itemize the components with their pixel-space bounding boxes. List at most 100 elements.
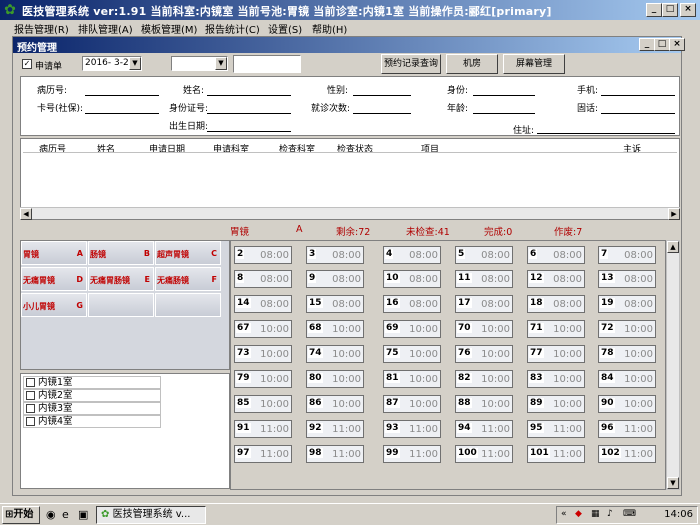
menu-settings[interactable]: 设置(S) xyxy=(268,21,302,36)
landline-field[interactable] xyxy=(601,113,675,114)
appointment-slot[interactable]: 76 10:00 xyxy=(455,345,513,363)
scroll-down-icon[interactable]: ▼ xyxy=(667,477,679,489)
scroll-right-icon[interactable]: ▶ xyxy=(668,208,680,220)
column-header[interactable]: 检查科室 xyxy=(279,142,315,155)
appointment-slot[interactable]: 70 10:00 xyxy=(455,320,513,338)
appointment-slot[interactable]: 19 08:00 xyxy=(598,295,656,313)
column-header[interactable]: 检查状态 xyxy=(337,142,373,155)
appointment-slot[interactable]: 72 10:00 xyxy=(598,320,656,338)
appointment-slot[interactable]: 82 10:00 xyxy=(455,370,513,388)
room-item[interactable]: 内镜1室 xyxy=(23,376,161,389)
appointment-slot[interactable]: 99 11:00 xyxy=(383,445,441,463)
card-no-field[interactable] xyxy=(85,113,159,114)
room-item[interactable]: 内镜2室 xyxy=(23,389,161,402)
menu-help[interactable]: 帮助(H) xyxy=(312,21,347,36)
category-tile[interactable]: 小儿胃镜 G xyxy=(21,293,87,317)
apply-checkbox[interactable]: ✓ xyxy=(22,59,32,69)
child-maximize-button[interactable]: □ xyxy=(654,38,670,51)
appointment-query-button[interactable]: 预约记录查询 xyxy=(381,54,441,74)
search-input[interactable] xyxy=(233,55,301,73)
chevron-down-icon[interactable]: ▼ xyxy=(215,57,227,70)
appointment-slot[interactable]: 89 10:00 xyxy=(527,395,585,413)
appointment-slot[interactable]: 17 08:00 xyxy=(455,295,513,313)
appointment-slot[interactable]: 7 08:00 xyxy=(598,246,656,264)
category-tile-empty[interactable] xyxy=(155,293,221,317)
room-item[interactable]: 内镜4室 xyxy=(23,415,161,428)
appointment-slot[interactable]: 97 11:00 xyxy=(234,445,292,463)
menu-statistics[interactable]: 报告统计(C) xyxy=(205,21,260,36)
appointment-slot[interactable]: 18 08:00 xyxy=(527,295,585,313)
security-shield-icon[interactable]: ◆ xyxy=(575,509,582,519)
appointment-slot[interactable]: 94 11:00 xyxy=(455,420,513,438)
appointment-slot[interactable]: 13 08:00 xyxy=(598,270,656,288)
category-tile-empty[interactable] xyxy=(88,293,154,317)
appointment-slot[interactable]: 79 10:00 xyxy=(234,370,292,388)
child-close-button[interactable]: × xyxy=(669,38,685,51)
category-tile[interactable]: 无痛胃肠镜 E xyxy=(88,267,154,291)
appointment-slot[interactable]: 73 10:00 xyxy=(234,345,292,363)
date-select[interactable]: 2016- 3-24 ▼ xyxy=(82,56,142,71)
appointment-slot[interactable]: 83 10:00 xyxy=(527,370,585,388)
appointment-slot[interactable]: 3 08:00 xyxy=(306,246,364,264)
appointment-slot[interactable]: 74 10:00 xyxy=(306,345,364,363)
minimize-button[interactable]: _ xyxy=(646,3,662,17)
category-tile[interactable]: 肠镜 B xyxy=(88,241,154,265)
close-button[interactable]: × xyxy=(680,3,696,17)
filter-select[interactable]: ▼ xyxy=(171,56,228,71)
scroll-left-icon[interactable]: ◀ xyxy=(20,208,32,220)
menu-queue[interactable]: 排队管理(A) xyxy=(78,21,133,36)
category-tile[interactable]: 超声胃镜 C xyxy=(155,241,221,265)
room-checkbox[interactable] xyxy=(26,404,35,413)
appointment-slot[interactable]: 4 08:00 xyxy=(383,246,441,264)
menu-template[interactable]: 模板管理(M) xyxy=(141,21,197,36)
visit-count-field[interactable] xyxy=(353,113,411,114)
appointment-slot[interactable]: 71 10:00 xyxy=(527,320,585,338)
appointment-slot[interactable]: 96 11:00 xyxy=(598,420,656,438)
appointment-slot[interactable]: 5 08:00 xyxy=(455,246,513,264)
appointment-slot[interactable]: 6 08:00 xyxy=(527,246,585,264)
appointment-slot[interactable]: 86 10:00 xyxy=(306,395,364,413)
appointment-slot[interactable]: 92 11:00 xyxy=(306,420,364,438)
quicklaunch-icon[interactable]: ◉ xyxy=(46,508,56,521)
id-no-field[interactable] xyxy=(207,113,291,114)
slot-vertical-scrollbar[interactable]: ▲ ▼ xyxy=(666,240,680,490)
name-field[interactable] xyxy=(207,95,291,96)
appointment-slot[interactable]: 102 11:00 xyxy=(598,445,656,463)
birth-field[interactable] xyxy=(207,131,291,132)
column-header[interactable]: 申请科室 xyxy=(213,142,249,155)
address-field[interactable] xyxy=(537,133,675,134)
appointment-slot[interactable]: 15 08:00 xyxy=(306,295,364,313)
browser-icon[interactable]: e xyxy=(62,508,69,521)
case-no-field[interactable] xyxy=(85,95,159,96)
gender-field[interactable] xyxy=(353,95,411,96)
desktop-icon[interactable]: ▣ xyxy=(78,508,88,521)
column-header[interactable]: 主诉 xyxy=(623,142,641,155)
appointment-slot[interactable]: 67 10:00 xyxy=(234,320,292,338)
appointment-slot[interactable]: 91 11:00 xyxy=(234,420,292,438)
appointment-slot[interactable]: 80 10:00 xyxy=(306,370,364,388)
grid-horizontal-scrollbar[interactable]: ◀ ▶ xyxy=(20,207,680,220)
appointment-slot[interactable]: 93 11:00 xyxy=(383,420,441,438)
column-header[interactable]: 申请日期 xyxy=(149,142,185,155)
appointment-slot[interactable]: 14 08:00 xyxy=(234,295,292,313)
appointment-slot[interactable]: 90 10:00 xyxy=(598,395,656,413)
machine-room-button[interactable]: 机房 xyxy=(446,54,498,74)
appointment-slot[interactable]: 78 10:00 xyxy=(598,345,656,363)
category-tile[interactable]: 无痛胃镜 D xyxy=(21,267,87,291)
appointment-slot[interactable]: 100 11:00 xyxy=(455,445,513,463)
category-tile[interactable]: 胃镜 A xyxy=(21,241,87,265)
appointment-slot[interactable]: 12 08:00 xyxy=(527,270,585,288)
appointment-slot[interactable]: 11 08:00 xyxy=(455,270,513,288)
appointment-slot[interactable]: 84 10:00 xyxy=(598,370,656,388)
tray-arrow-icon[interactable]: « xyxy=(561,509,567,519)
category-tile[interactable]: 无痛肠镜 F xyxy=(155,267,221,291)
appointment-slot[interactable]: 101 11:00 xyxy=(527,445,585,463)
room-checkbox[interactable] xyxy=(26,391,35,400)
appointment-slot[interactable]: 8 08:00 xyxy=(234,270,292,288)
appointment-slot[interactable]: 77 10:00 xyxy=(527,345,585,363)
volume-icon[interactable]: ♪ xyxy=(607,509,613,519)
appointment-slot[interactable]: 2 08:00 xyxy=(234,246,292,264)
room-item[interactable]: 内镜3室 xyxy=(23,402,161,415)
column-header[interactable]: 姓名 xyxy=(97,142,115,155)
maximize-button[interactable]: □ xyxy=(662,3,678,17)
